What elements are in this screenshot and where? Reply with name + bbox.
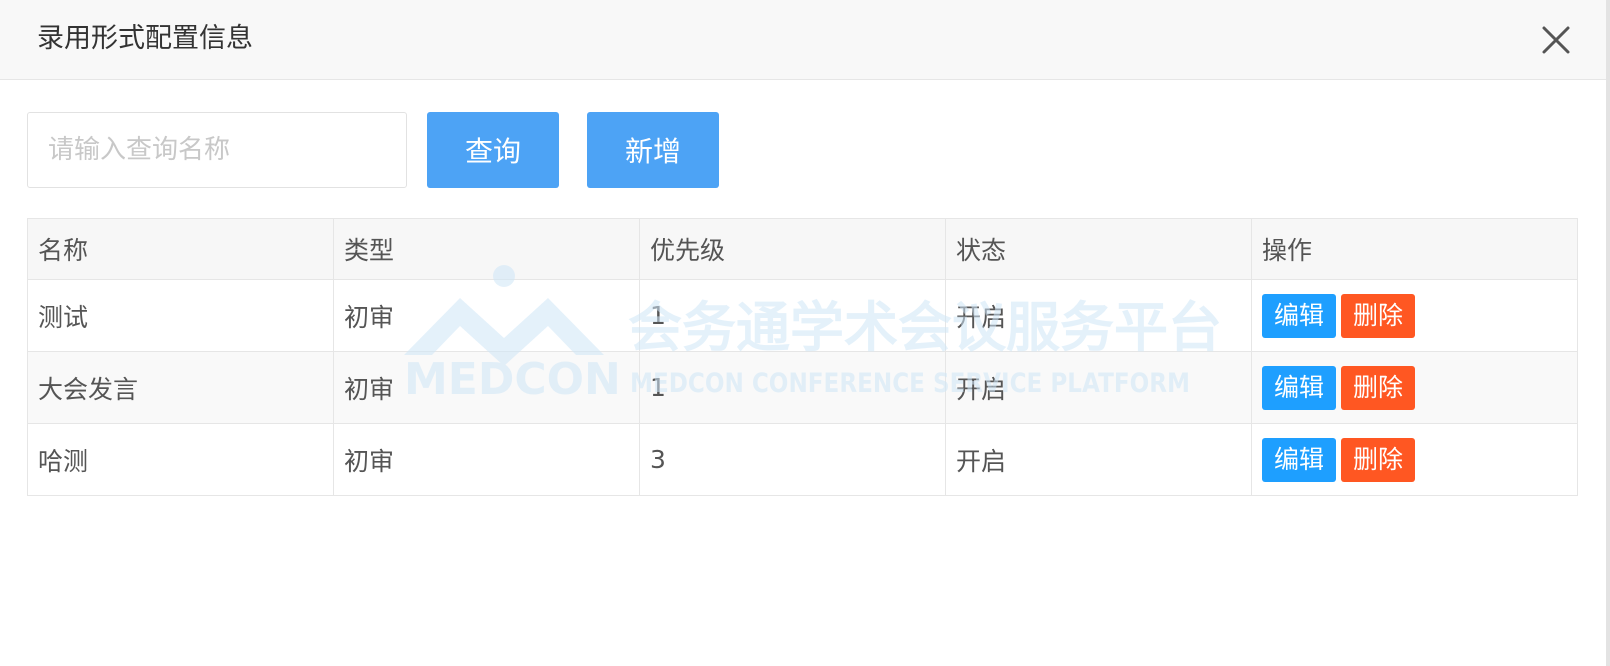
edit-button[interactable]: 编辑 xyxy=(1262,437,1337,482)
dialog-title: 录用形式配置信息 xyxy=(37,23,253,54)
cell-actions: 编辑 删除 xyxy=(1251,423,1578,496)
column-header-name: 名称 xyxy=(27,218,334,280)
column-header-actions: 操作 xyxy=(1251,218,1578,280)
cell-name: 哈测 xyxy=(27,423,334,496)
cell-type: 初审 xyxy=(333,279,640,352)
query-button[interactable]: 查询 xyxy=(427,112,559,188)
column-header-status: 状态 xyxy=(945,218,1252,280)
delete-button[interactable]: 删除 xyxy=(1341,437,1416,482)
column-header-priority: 优先级 xyxy=(639,218,946,280)
table-row: 大会发言 初审 1 开启 编辑 删除 xyxy=(27,351,1578,424)
column-header-type: 类型 xyxy=(333,218,640,280)
cell-type: 初审 xyxy=(333,351,640,424)
edit-button[interactable]: 编辑 xyxy=(1262,293,1337,338)
cell-status: 开启 xyxy=(945,423,1252,496)
cell-status: 开启 xyxy=(945,351,1252,424)
table-row: 测试 初审 1 开启 编辑 删除 xyxy=(27,279,1578,352)
cell-priority: 1 xyxy=(639,351,946,424)
config-table: 名称 类型 优先级 状态 操作 测试 初审 1 开启 编辑 删除 大会发言 初审… xyxy=(27,218,1578,496)
cell-name: 大会发言 xyxy=(27,351,334,424)
cell-priority: 1 xyxy=(639,279,946,352)
edit-button[interactable]: 编辑 xyxy=(1262,365,1337,410)
config-dialog: 录用形式配置信息 查询 新增 名称 类型 优先级 状态 xyxy=(0,0,1610,666)
cell-type: 初审 xyxy=(333,423,640,496)
delete-button[interactable]: 删除 xyxy=(1341,365,1416,410)
cell-actions: 编辑 删除 xyxy=(1251,351,1578,424)
dialog-header: 录用形式配置信息 xyxy=(0,0,1606,80)
cell-actions: 编辑 删除 xyxy=(1251,279,1578,352)
table-row: 哈测 初审 3 开启 编辑 删除 xyxy=(27,423,1578,496)
cell-status: 开启 xyxy=(945,279,1252,352)
search-input[interactable] xyxy=(27,112,407,188)
table-header-row: 名称 类型 优先级 状态 操作 xyxy=(27,218,1578,280)
add-button[interactable]: 新增 xyxy=(587,112,719,188)
delete-button[interactable]: 删除 xyxy=(1341,293,1416,338)
cell-priority: 3 xyxy=(639,423,946,496)
dialog-right-border xyxy=(1606,0,1610,666)
close-icon[interactable] xyxy=(1540,24,1572,56)
cell-name: 测试 xyxy=(27,279,334,352)
